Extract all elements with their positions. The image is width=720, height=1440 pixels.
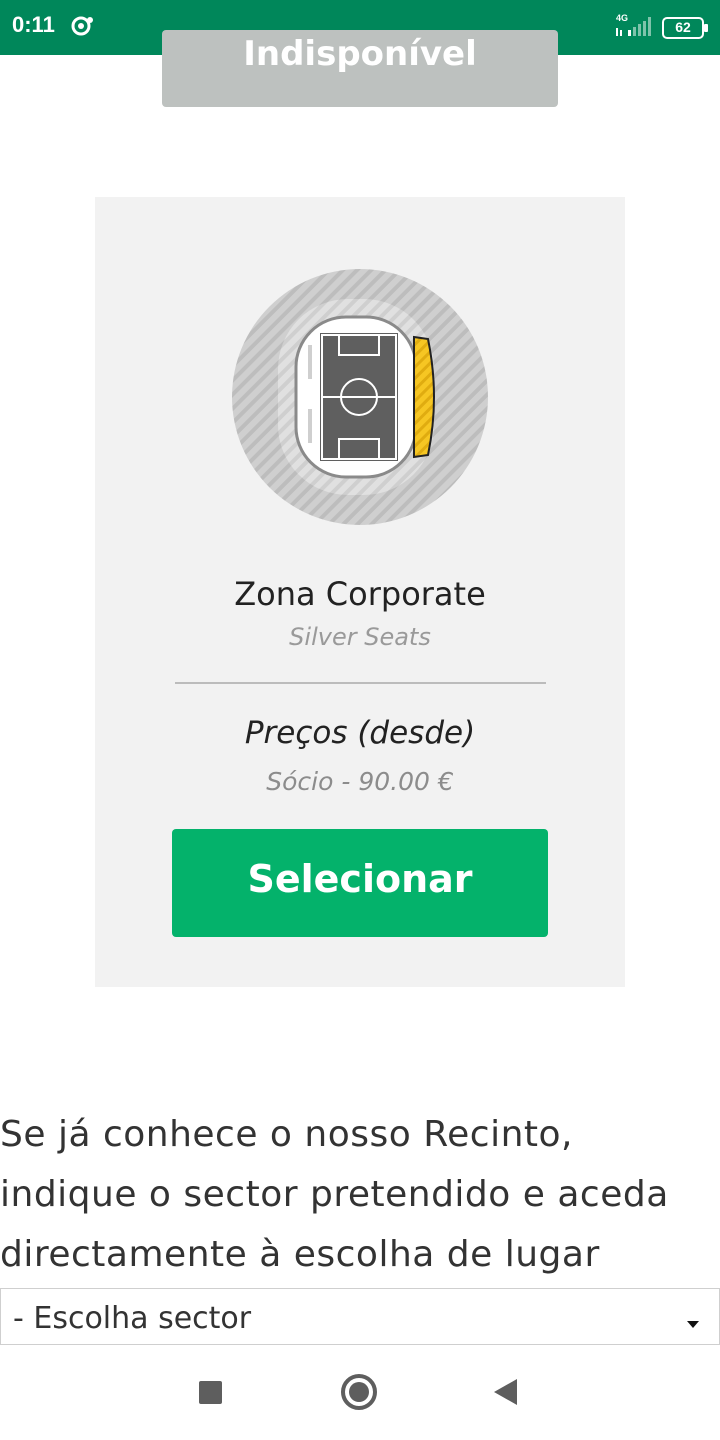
- notification-icon: [71, 16, 93, 36]
- zone-title: Zona Corporate: [234, 575, 486, 613]
- home-icon[interactable]: [341, 1374, 377, 1410]
- zone-subtitle: Silver Seats: [289, 623, 431, 651]
- sector-select[interactable]: - Escolha sector: [0, 1288, 720, 1345]
- divider: [175, 682, 546, 684]
- battery-level: 62: [675, 19, 691, 35]
- dropdown-arrow-icon: [687, 1321, 699, 1328]
- sector-info-text: Se já conhece o nosso Recinto, indique o…: [0, 1114, 669, 1275]
- prices-value: Sócio - 90.00 €: [266, 767, 454, 796]
- stadium-map-icon: [232, 269, 488, 525]
- status-time: 0:11: [12, 12, 55, 37]
- unavailable-button[interactable]: Indisponível: [162, 30, 558, 107]
- signal-icon: 4G: [616, 13, 651, 36]
- sector-card: Zona Corporate Silver Seats Preços (desd…: [95, 197, 625, 987]
- sector-select-value: - Escolha sector: [13, 1301, 252, 1336]
- navigation-bar: [0, 1345, 720, 1440]
- prices-title: Preços (desde): [244, 715, 476, 751]
- back-icon[interactable]: [494, 1379, 517, 1405]
- network-label: 4G: [616, 13, 628, 23]
- unavailable-button-label: Indisponível: [243, 34, 477, 74]
- recents-icon[interactable]: [199, 1381, 222, 1404]
- select-button[interactable]: Selecionar: [172, 829, 548, 937]
